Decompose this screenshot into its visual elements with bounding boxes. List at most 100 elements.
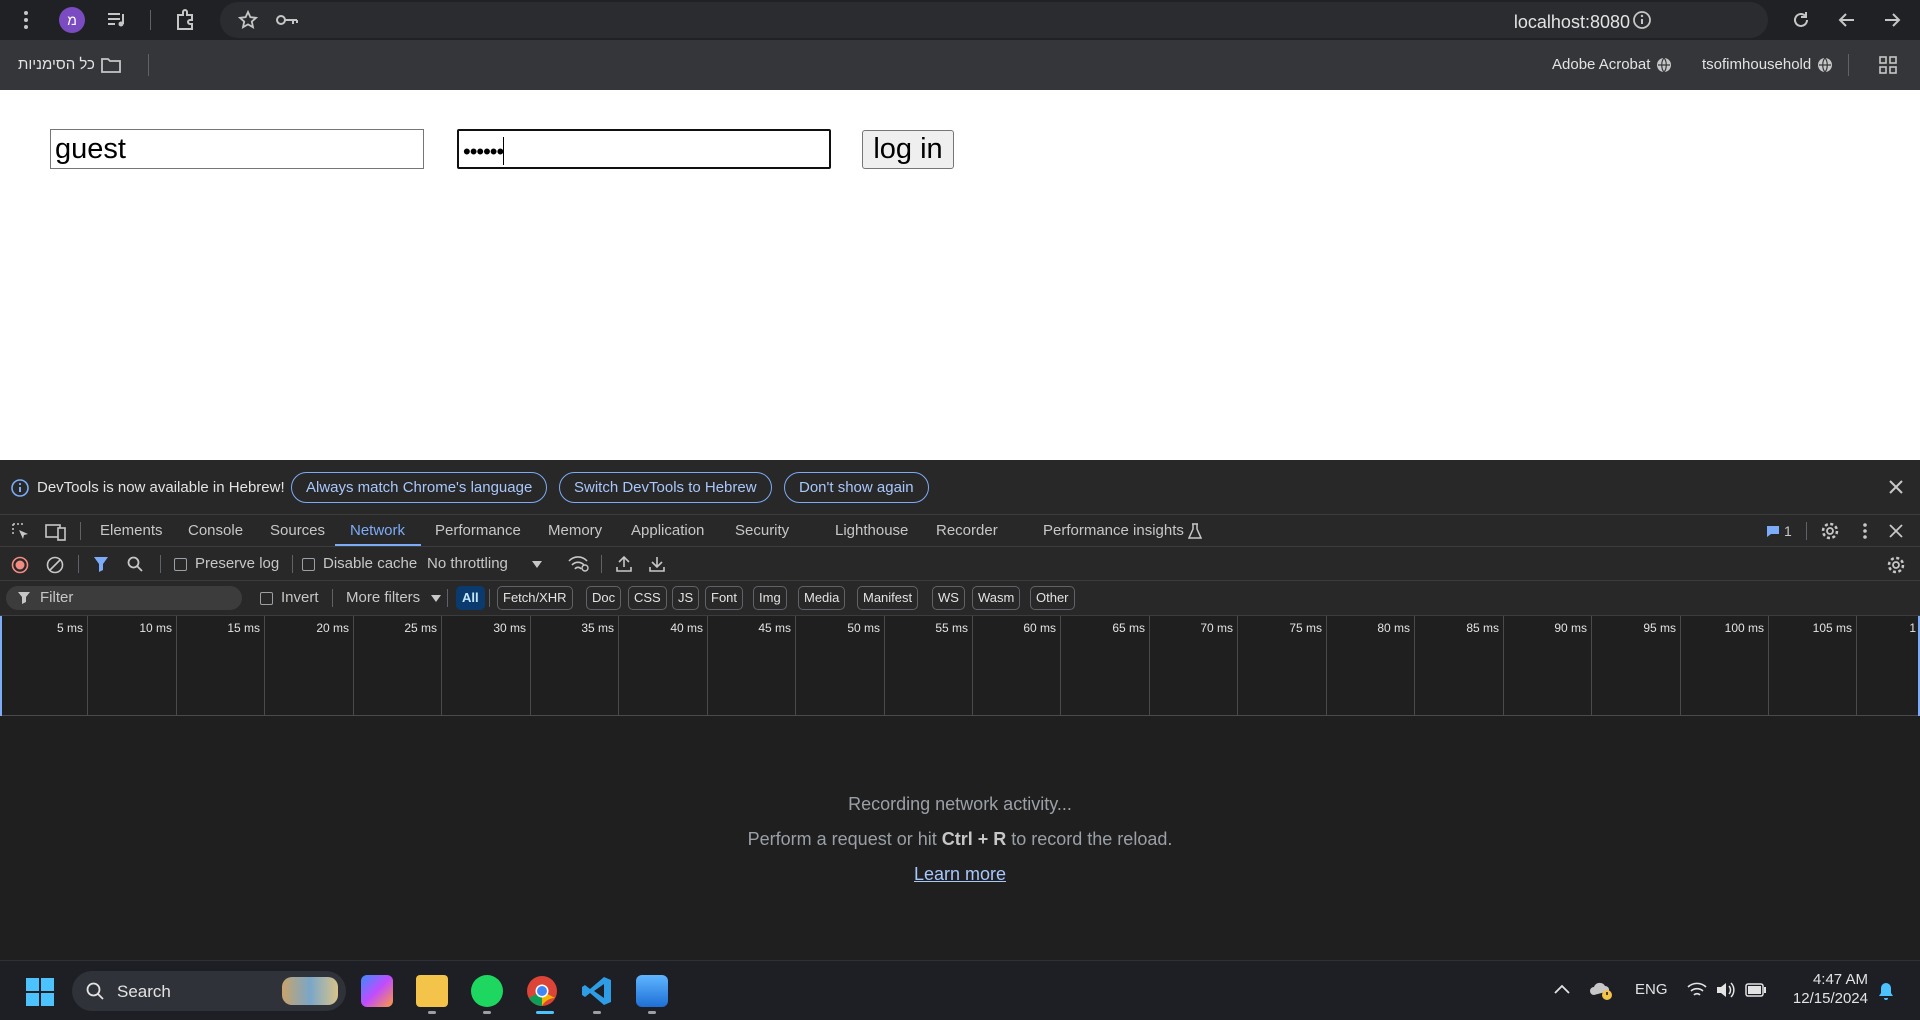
language-indicator[interactable]: ENG <box>1635 981 1668 998</box>
profile-avatar[interactable]: מ <box>59 7 85 33</box>
tab-security[interactable]: Security <box>735 522 789 539</box>
type-filter-ws[interactable]: WS <box>932 586 965 610</box>
export-har-icon[interactable] <box>648 555 666 573</box>
type-filter-img[interactable]: Img <box>753 586 787 610</box>
bookmark-adobe-acrobat[interactable]: Adobe Acrobat <box>1552 56 1672 73</box>
clock[interactable]: 4:47 AM 12/15/2024 <box>1782 971 1868 1007</box>
network-settings-icon[interactable] <box>1886 555 1906 575</box>
more-options-icon[interactable] <box>1862 522 1868 540</box>
chevron-up-icon[interactable] <box>1554 984 1570 994</box>
password-input[interactable]: •••••• <box>457 129 831 169</box>
apps-grid-icon[interactable] <box>1876 53 1900 77</box>
device-toolbar-icon[interactable] <box>45 522 67 542</box>
tab-memory[interactable]: Memory <box>548 522 602 539</box>
record-stop-icon[interactable] <box>11 556 29 574</box>
type-filter-fetch-xhr[interactable]: Fetch/XHR <box>497 586 573 610</box>
filter-placeholder: Filter <box>40 589 74 606</box>
tab-performance-insights[interactable]: Performance insights <box>1043 522 1184 539</box>
password-key-icon[interactable] <box>275 8 299 32</box>
running-indicator <box>593 1011 601 1014</box>
file-explorer-icon[interactable] <box>416 975 448 1007</box>
forward-arrow-icon[interactable] <box>1880 8 1904 32</box>
reload-icon[interactable] <box>1789 8 1813 32</box>
tab-elements[interactable]: Elements <box>100 522 163 539</box>
running-indicator <box>428 1011 436 1014</box>
bookmark-star-icon[interactable] <box>236 8 260 32</box>
settings-gear-icon[interactable] <box>1820 521 1840 541</box>
issues-count: 1 <box>1784 523 1792 539</box>
search-label: Search <box>117 982 171 1001</box>
devtools-tab-strip: Elements Console Sources Network Perform… <box>0 515 1920 547</box>
login-button[interactable]: log in <box>862 130 954 169</box>
filter-input[interactable]: Filter <box>6 586 242 610</box>
media-controls-icon[interactable] <box>105 8 129 32</box>
copilot-icon[interactable] <box>361 975 393 1007</box>
all-bookmarks-button[interactable]: כל הסימניות <box>18 56 121 73</box>
timeline-tick-label: 1 <box>1909 621 1916 635</box>
spotify-icon[interactable] <box>471 975 503 1007</box>
more-vert-icon[interactable] <box>14 8 38 32</box>
clear-icon[interactable] <box>46 556 64 574</box>
network-overview-timeline[interactable]: 5 ms 10 ms 15 ms 20 ms 25 ms 30 ms 35 ms 40 ms 4… <box>0 616 1920 716</box>
tab-recorder[interactable]: Recorder <box>936 522 998 539</box>
tab-application[interactable]: Application <box>631 522 704 539</box>
type-filter-media[interactable]: Media <box>798 586 846 610</box>
close-icon[interactable] <box>1888 479 1904 495</box>
info-icon <box>10 478 30 498</box>
username-input[interactable]: guest <box>50 129 424 169</box>
battery-icon[interactable] <box>1745 983 1767 997</box>
timeline-left-handle[interactable] <box>0 616 2 716</box>
disable-cache-label: Disable cache <box>323 555 418 572</box>
password-dots: •••••• <box>463 139 504 164</box>
bookmark-label: Adobe Acrobat <box>1552 56 1651 73</box>
learn-more-link[interactable]: Learn more <box>0 864 1920 885</box>
notification-bell-icon[interactable] <box>1877 981 1895 1001</box>
windows-start-icon[interactable] <box>26 978 54 1006</box>
invert-checkbox[interactable] <box>260 592 273 605</box>
address-bar[interactable]: localhost:8080 <box>220 2 1768 38</box>
search-icon[interactable] <box>127 556 143 572</box>
web-page: guest •••••• log in <box>0 90 1920 460</box>
type-filter-js[interactable]: JS <box>672 586 700 610</box>
vscode-icon[interactable] <box>581 975 613 1007</box>
filter-funnel-icon[interactable] <box>93 556 109 572</box>
import-har-icon[interactable] <box>615 555 633 573</box>
type-filter-all[interactable]: All <box>456 586 485 610</box>
volume-icon[interactable] <box>1715 981 1735 999</box>
issues-badge[interactable]: 1 <box>1766 523 1792 539</box>
type-filter-css[interactable]: CSS <box>628 586 667 610</box>
type-filter-doc[interactable]: Doc <box>586 586 622 610</box>
throttling-select[interactable]: No throttling <box>427 555 508 572</box>
invert-label: Invert <box>281 589 319 606</box>
tab-lighthouse[interactable]: Lighthouse <box>835 522 908 539</box>
wifi-icon[interactable] <box>1687 981 1707 999</box>
chrome-icon[interactable] <box>526 975 558 1007</box>
search-highlight-image <box>282 977 338 1005</box>
more-filters-dropdown[interactable]: More filters <box>346 589 420 606</box>
tab-performance[interactable]: Performance <box>435 522 521 539</box>
bookmark-tsofimhousehold[interactable]: tsofimhousehold <box>1702 56 1833 73</box>
disable-cache-checkbox[interactable] <box>302 558 315 571</box>
preserve-log-checkbox[interactable] <box>174 558 187 571</box>
taskbar-search[interactable]: Search <box>72 971 346 1011</box>
inspect-element-icon[interactable] <box>11 522 31 542</box>
type-filter-wasm[interactable]: Wasm <box>972 586 1021 610</box>
tab-sources[interactable]: Sources <box>270 522 325 539</box>
back-arrow-icon[interactable] <box>1835 8 1859 32</box>
always-match-language-button[interactable]: Always match Chrome's language <box>291 472 548 503</box>
type-filter-font[interactable]: Font <box>705 586 744 610</box>
photos-icon[interactable] <box>636 975 668 1007</box>
site-info-icon[interactable] <box>1630 8 1654 32</box>
recording-message: Recording network activity... <box>848 794 1072 814</box>
type-filter-manifest[interactable]: Manifest <box>857 586 919 610</box>
onedrive-warning-icon[interactable] <box>1590 981 1614 1001</box>
tab-network[interactable]: Network <box>350 522 405 539</box>
close-devtools-icon[interactable] <box>1889 524 1903 538</box>
network-conditions-icon[interactable] <box>567 555 589 573</box>
extensions-icon[interactable] <box>173 8 197 32</box>
tab-console[interactable]: Console <box>188 522 243 539</box>
type-filter-other[interactable]: Other <box>1030 586 1075 610</box>
active-tab-indicator <box>335 544 421 546</box>
dont-show-again-button[interactable]: Don't show again <box>784 472 929 503</box>
switch-to-hebrew-button[interactable]: Switch DevTools to Hebrew <box>559 472 772 503</box>
